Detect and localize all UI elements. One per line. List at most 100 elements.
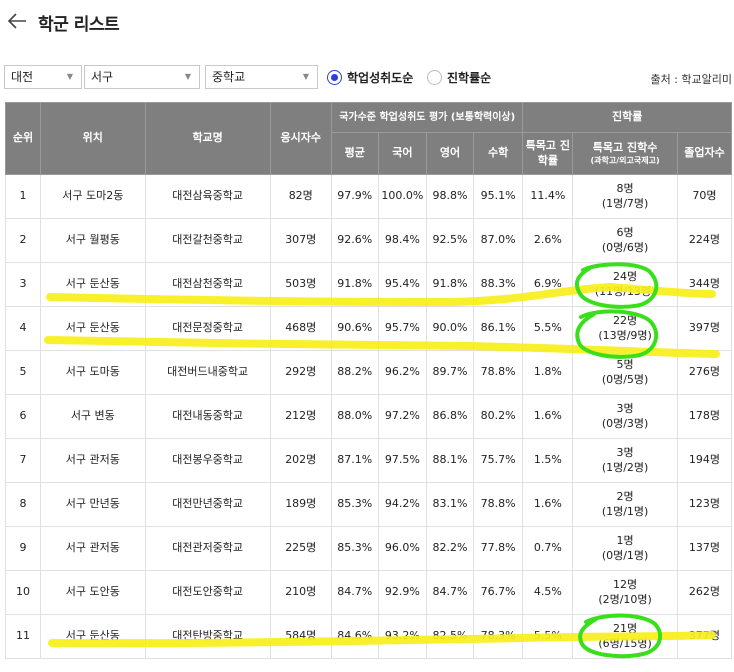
cell-english: 82.2% — [426, 526, 474, 571]
cell-rank: 10 — [5, 570, 41, 615]
cell-school: 대전삼천중학교 — [144, 262, 271, 307]
cell-avg: 88.0% — [330, 394, 379, 439]
special-count-detail: (1명/2명) — [601, 460, 649, 474]
special-count-detail: (0명/1명) — [601, 548, 649, 562]
cell-english: 86.8% — [426, 394, 474, 439]
cell-applicants: 225명 — [269, 526, 332, 571]
school-type-select[interactable]: 중학교 ▼ — [205, 65, 318, 89]
table-row: 4 서구 둔산동 대전문정중학교 468명 90.6% 95.7% 90.0% 86.1% 5.… — [5, 306, 733, 351]
cell-location: 서구 둔산동 — [39, 306, 146, 351]
special-count-detail: (2명/10명) — [598, 592, 652, 606]
cell-math: 87.0% — [472, 218, 524, 263]
cell-korean: 96.2% — [377, 350, 428, 395]
header-math: 수학 — [472, 132, 524, 175]
cell-math: 88.3% — [472, 262, 524, 307]
cell-math: 78.3% — [472, 614, 524, 659]
table-row: 10 서구 도안동 대전도안중학교 210명 84.7% 92.9% 84.7% 76.7% 4… — [5, 570, 733, 615]
special-count-detail: (11명/13명) — [594, 284, 656, 298]
cell-special-rate: 1.6% — [522, 394, 574, 439]
city-select[interactable]: 대전 ▼ — [4, 65, 82, 89]
table-row: 1 서구 도마2동 대전삼육중학교 82명 97.9% 100.0% 98.8% 95.1% 1… — [5, 174, 733, 219]
cell-math: 75.7% — [472, 438, 524, 483]
header-special-count-sub: (과학고/외고국제고) — [590, 155, 660, 165]
special-count-total: 22명 — [613, 314, 638, 328]
cell-applicants: 468명 — [269, 306, 332, 351]
header-english: 영어 — [426, 132, 474, 175]
school-type-select-value: 중학교 — [212, 70, 246, 84]
table-header-row: 순위 위치 학교명 응시자수 국가수준 학업성취도 평가 (보통학력이상) 진학… — [5, 102, 732, 175]
cell-graduates: 276명 — [676, 350, 733, 395]
special-count-total: 24명 — [613, 270, 638, 284]
cell-math: 76.7% — [472, 570, 524, 615]
sort-radio-advancement-label: 진학률순 — [447, 70, 492, 85]
cell-english: 83.1% — [426, 482, 474, 527]
cell-location: 서구 도안동 — [39, 570, 146, 615]
page-title: 학군 리스트 — [38, 15, 120, 35]
cell-special-count: 2명 (1명/1명) — [572, 482, 678, 527]
cell-graduates: 137명 — [676, 526, 733, 571]
cell-korean: 97.5% — [377, 438, 428, 483]
cell-korean: 98.4% — [377, 218, 428, 263]
cell-korean: 93.2% — [377, 614, 428, 659]
cell-location: 서구 만년동 — [39, 482, 146, 527]
back-arrow-icon[interactable] — [6, 10, 28, 32]
cell-location: 서구 도마동 — [39, 350, 146, 395]
cell-applicants: 82명 — [269, 174, 332, 219]
special-count-detail: (0명/3명) — [601, 416, 649, 430]
cell-rank: 2 — [5, 218, 41, 263]
cell-special-rate: 1.6% — [522, 482, 574, 527]
cell-graduates: 194명 — [676, 438, 733, 483]
special-count-detail: (0명/6명) — [601, 240, 649, 254]
cell-graduates: 262명 — [676, 570, 733, 615]
cell-graduates: 397명 — [676, 306, 733, 351]
cell-rank: 5 — [5, 350, 41, 395]
cell-rank: 9 — [5, 526, 41, 571]
cell-english: 88.1% — [426, 438, 474, 483]
cell-special-count: 6명 (0명/6명) — [572, 218, 678, 263]
sort-radio-achievement-label: 학업성취도순 — [347, 70, 414, 85]
cell-rank: 4 — [5, 306, 41, 351]
cell-location: 서구 도마2동 — [39, 174, 146, 219]
cell-special-count: 24명 (11명/13명) — [572, 262, 678, 307]
cell-korean: 96.0% — [377, 526, 428, 571]
sort-radio-achievement[interactable]: 학업성취도순 — [327, 66, 413, 88]
table-row: 7 서구 관저동 대전봉우중학교 202명 87.1% 97.5% 88.1% 75.7% 1.… — [5, 438, 733, 483]
city-select-value: 대전 — [11, 70, 34, 84]
table-row: 11 서구 둔산동 대전탄방중학교 584명 84.6% 93.2% 82.5% 78.3% 5… — [5, 614, 733, 659]
cell-english: 84.7% — [426, 570, 474, 615]
cell-korean: 97.2% — [377, 394, 428, 439]
cell-english: 90.0% — [426, 306, 474, 351]
cell-location: 서구 관저동 — [39, 438, 146, 483]
cell-english: 89.7% — [426, 350, 474, 395]
special-count-total: 5명 — [616, 358, 634, 372]
cell-location: 서구 관저동 — [39, 526, 146, 571]
cell-graduates: 70명 — [676, 174, 733, 219]
cell-location: 서구 변동 — [39, 394, 146, 439]
cell-math: 86.1% — [472, 306, 524, 351]
cell-avg: 84.7% — [330, 570, 379, 615]
cell-special-rate: 5.5% — [522, 614, 574, 659]
cell-applicants: 189명 — [269, 482, 332, 527]
header-advancement-group: 진학률 — [522, 102, 732, 133]
cell-special-count: 3명 (1명/2명) — [572, 438, 678, 483]
district-select[interactable]: 서구 ▼ — [84, 65, 200, 89]
cell-avg: 88.2% — [330, 350, 379, 395]
cell-korean: 95.4% — [377, 262, 428, 307]
header-school: 학교명 — [144, 102, 271, 175]
district-select-value: 서구 — [91, 70, 114, 84]
special-count-detail: (13명/9명) — [598, 328, 652, 342]
cell-korean: 92.9% — [377, 570, 428, 615]
cell-applicants: 210명 — [269, 570, 332, 615]
cell-school: 대전관저중학교 — [144, 526, 271, 571]
cell-special-count: 5명 (0명/5명) — [572, 350, 678, 395]
cell-avg: 85.3% — [330, 482, 379, 527]
cell-english: 82.5% — [426, 614, 474, 659]
sort-radio-advancement[interactable]: 진학률순 — [427, 66, 491, 88]
header-rank: 순위 — [5, 102, 41, 175]
table-row: 3 서구 둔산동 대전삼천중학교 503명 91.8% 95.4% 91.8% 88.3% 6.… — [5, 262, 733, 307]
special-count-total: 3명 — [616, 446, 634, 460]
cell-school: 대전탄방중학교 — [144, 614, 271, 659]
school-table: 순위 위치 학교명 응시자수 국가수준 학업성취도 평가 (보통학력이상) 진학… — [5, 102, 733, 659]
cell-location: 서구 둔산동 — [39, 262, 146, 307]
cell-rank: 6 — [5, 394, 41, 439]
